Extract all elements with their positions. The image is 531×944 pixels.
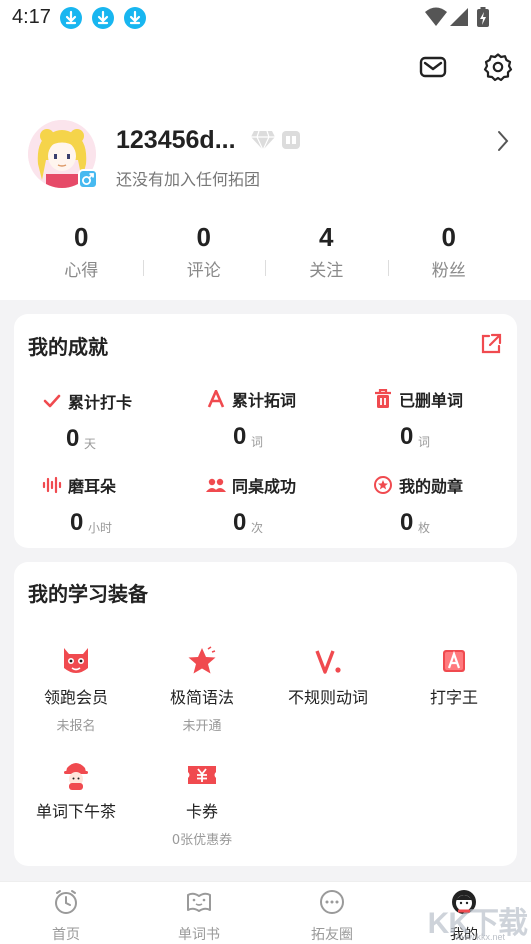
achievement-unit: 天 bbox=[84, 437, 97, 451]
achievement-checkin[interactable]: 累计打卡 0 天 bbox=[42, 389, 192, 459]
achievement-unit: 词 bbox=[418, 435, 431, 449]
equip-label: 卡券 bbox=[185, 802, 218, 821]
equip-label: 打字王 bbox=[429, 688, 478, 707]
watermark-url: www.kkx.net bbox=[454, 932, 505, 942]
nav-wordbook[interactable]: 单词书 bbox=[149, 888, 249, 944]
clock-home-icon bbox=[55, 890, 77, 914]
check-icon bbox=[42, 391, 62, 411]
gear-icon[interactable] bbox=[483, 52, 513, 82]
team-status[interactable]: 还没有加入任何拓团 bbox=[116, 166, 260, 190]
people-icon bbox=[206, 475, 226, 495]
achievement-label: 同桌成功 bbox=[232, 477, 297, 496]
nav-community[interactable]: 拓友圈 bbox=[282, 888, 382, 944]
verb-v-icon bbox=[311, 644, 345, 678]
achievement-deskmate[interactable]: 同桌成功 0 次 bbox=[206, 473, 356, 543]
signal-icon bbox=[450, 8, 468, 26]
achievement-value: 0 bbox=[233, 423, 247, 450]
chevron-right-icon[interactable] bbox=[496, 130, 510, 152]
share-icon[interactable] bbox=[479, 332, 503, 356]
wifi-icon bbox=[425, 7, 447, 26]
nav-label: 拓友圈 bbox=[311, 927, 353, 943]
achievement-value: 0 bbox=[400, 423, 414, 450]
stat-label: 关注 bbox=[309, 261, 344, 281]
stat-insights[interactable]: 0 心得 bbox=[20, 222, 143, 282]
achievement-unit: 词 bbox=[251, 435, 264, 449]
equip-label: 单词下午茶 bbox=[35, 802, 116, 821]
achievement-label: 累计拓词 bbox=[232, 391, 297, 410]
badge-tag-icon[interactable] bbox=[281, 130, 301, 150]
achievement-words[interactable]: 累计拓词 0 词 bbox=[206, 387, 356, 457]
achievement-listening[interactable]: 磨耳朵 0 小时 bbox=[42, 473, 192, 543]
trash-icon bbox=[373, 389, 393, 409]
achievement-value: 0 bbox=[400, 509, 414, 536]
equipment-card: 我的学习装备 领跑会员 未报名 极简语法 未开通 不规则动词 打字王 单词下午茶… bbox=[14, 562, 517, 866]
chat-bubble-icon bbox=[320, 890, 344, 914]
vip-diamond-icon[interactable] bbox=[250, 129, 276, 151]
equip-coupons[interactable]: 卡券 0张优惠券 bbox=[140, 758, 264, 848]
equip-lead-member[interactable]: 领跑会员 未报名 bbox=[14, 644, 138, 734]
stat-value: 0 bbox=[196, 222, 211, 252]
tea-mascot-icon bbox=[59, 758, 93, 792]
achievement-unit: 次 bbox=[251, 521, 264, 535]
profile-header: 123456d... 还没有加入任何拓团 0 心得 0 评论 4 关注 0 粉丝 bbox=[0, 38, 531, 300]
equip-sub: 未报名 bbox=[56, 719, 96, 734]
equip-sub: 0张优惠券 bbox=[171, 833, 233, 848]
star-icon bbox=[185, 644, 219, 678]
equip-label: 极简语法 bbox=[169, 688, 234, 707]
achievement-label: 累计打卡 bbox=[68, 393, 133, 412]
book-icon bbox=[187, 892, 211, 912]
download-icon bbox=[124, 7, 146, 29]
stat-comments[interactable]: 0 评论 bbox=[142, 222, 266, 282]
equip-label: 领跑会员 bbox=[43, 688, 108, 707]
status-bar: 4:17 bbox=[0, 0, 531, 38]
equip-typing-king[interactable]: 打字王 bbox=[392, 644, 516, 708]
achievement-deleted[interactable]: 已删单词 0 词 bbox=[373, 387, 523, 457]
medal-icon bbox=[373, 475, 393, 495]
profile-stats: 0 心得 0 评论 4 关注 0 粉丝 bbox=[20, 222, 510, 282]
stat-following[interactable]: 4 关注 bbox=[265, 222, 388, 282]
nav-home[interactable]: 首页 bbox=[16, 888, 116, 944]
achievement-value: 0 bbox=[233, 509, 247, 536]
sound-wave-icon bbox=[42, 475, 62, 495]
equipment-title: 我的学习装备 bbox=[28, 582, 148, 606]
achievement-label: 已删单词 bbox=[399, 391, 464, 410]
equip-afternoon-tea[interactable]: 单词下午茶 bbox=[14, 758, 138, 822]
download-icon bbox=[92, 7, 114, 29]
achievements-card: 我的成就 累计打卡 0 天 累计拓词 0 词 已删单词 0 词 磨耳朵 0 小时 bbox=[14, 314, 517, 548]
achievement-unit: 枚 bbox=[418, 521, 431, 535]
stat-value: 0 bbox=[74, 222, 89, 252]
stat-label: 评论 bbox=[186, 261, 221, 281]
achievement-label: 我的勋章 bbox=[399, 477, 464, 496]
coupon-icon bbox=[185, 758, 219, 792]
achievement-value: 0 bbox=[70, 509, 84, 536]
username: 123456d... bbox=[116, 126, 236, 154]
achievement-label: 磨耳朵 bbox=[68, 477, 117, 496]
download-icon bbox=[60, 7, 82, 29]
achievement-value: 0 bbox=[66, 425, 80, 452]
battery-charging-icon bbox=[477, 7, 489, 27]
bottom-nav: 首页 单词书 拓友圈 我的 KK下载 www.kkx.net bbox=[0, 881, 531, 944]
equip-label: 不规则动词 bbox=[287, 688, 368, 707]
monster-icon bbox=[59, 644, 93, 678]
mail-icon[interactable] bbox=[418, 52, 448, 82]
letter-a-icon bbox=[206, 389, 226, 409]
achievement-medals[interactable]: 我的勋章 0 枚 bbox=[373, 473, 523, 543]
stat-label: 粉丝 bbox=[431, 261, 466, 281]
equip-sub: 未开通 bbox=[182, 719, 222, 734]
achievements-title: 我的成就 bbox=[28, 335, 108, 359]
stat-value: 4 bbox=[319, 222, 334, 252]
nav-label: 首页 bbox=[52, 927, 80, 943]
stat-value: 0 bbox=[441, 222, 456, 252]
achievement-unit: 小时 bbox=[88, 521, 113, 535]
nav-label: 单词书 bbox=[178, 927, 220, 943]
male-gender-icon bbox=[78, 169, 98, 189]
status-time: 4:17 bbox=[12, 6, 51, 28]
stat-fans[interactable]: 0 粉丝 bbox=[387, 222, 511, 282]
equip-irregular-verbs[interactable]: 不规则动词 bbox=[266, 644, 390, 708]
equip-grammar[interactable]: 极简语法 未开通 bbox=[140, 644, 264, 734]
stat-label: 心得 bbox=[64, 261, 99, 281]
typing-a-icon bbox=[437, 644, 471, 678]
